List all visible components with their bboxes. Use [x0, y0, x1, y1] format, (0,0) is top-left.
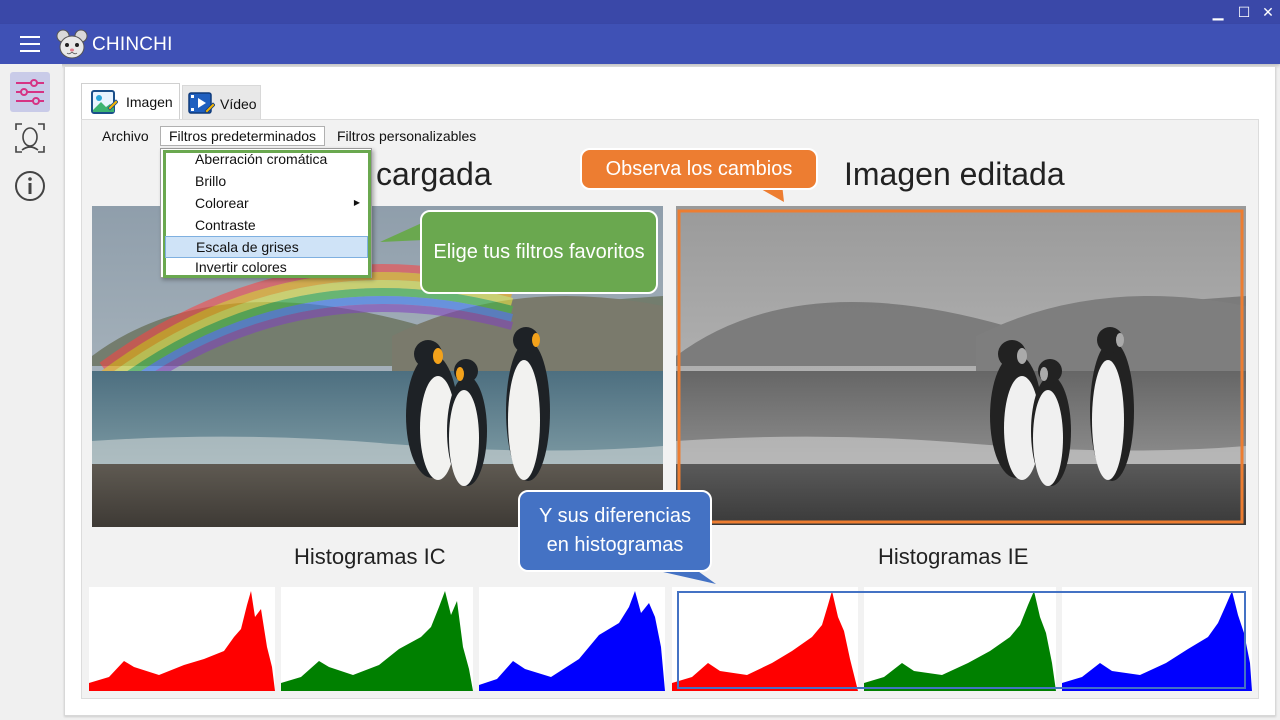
- sidebar-item-face[interactable]: [10, 118, 50, 158]
- loaded-image-title: cargada: [376, 156, 492, 192]
- edited-histograms-highlight-frame: [677, 591, 1246, 689]
- menu-item-aberracion-cromatica[interactable]: Aberración cromática: [165, 149, 368, 171]
- menu-item-brillo[interactable]: Brillo: [165, 171, 368, 193]
- sliders-icon: [16, 79, 44, 105]
- app-bar: CHINCHI: [0, 24, 1280, 64]
- close-button[interactable]: ✕: [1258, 2, 1278, 22]
- tab-image[interactable]: Imagen: [81, 83, 180, 119]
- histogram-green-loaded: [281, 587, 473, 691]
- callout-histograms-text: Y sus diferencias en histogramas: [518, 490, 712, 572]
- face-scan-icon: [15, 123, 45, 153]
- callout-filters-text: Elige tus filtros favoritos: [420, 210, 658, 294]
- histogram-blue-loaded: [479, 587, 665, 691]
- menu-archivo[interactable]: Archivo: [94, 127, 157, 145]
- app-title: CHINCHI: [92, 34, 173, 55]
- sidebar: [0, 64, 62, 720]
- sidebar-item-info[interactable]: [10, 166, 50, 206]
- minimize-button[interactable]: ▁: [1208, 2, 1228, 22]
- callout-histograms: Y sus diferencias en histogramas: [518, 490, 716, 586]
- video-edit-icon: [188, 92, 215, 114]
- filters-dropdown-menu: Aberración cromática Brillo Colorear ▶ C…: [160, 148, 372, 278]
- histogram-edited-title: Histogramas IE: [878, 544, 1029, 569]
- info-icon: [15, 171, 45, 201]
- sidebar-item-filters[interactable]: [10, 72, 50, 112]
- menu-item-contraste[interactable]: Contraste: [165, 215, 368, 237]
- callout-changes-text: Observa los cambios: [580, 148, 818, 190]
- edited-image-title: Imagen editada: [844, 156, 1065, 192]
- chinchilla-logo-icon: [56, 29, 88, 59]
- tab-image-label: Imagen: [126, 94, 173, 110]
- menu-item-colorear[interactable]: Colorear ▶: [165, 193, 368, 215]
- hamburger-menu-icon[interactable]: [20, 36, 40, 52]
- menu-item-invertir-colores[interactable]: Invertir colores: [165, 257, 368, 279]
- maximize-button[interactable]: ☐: [1234, 2, 1254, 22]
- tab-video[interactable]: Vídeo: [182, 85, 261, 119]
- callout-filters: Elige tus filtros favoritos: [378, 210, 658, 294]
- menu-filtros-predeterminados[interactable]: Filtros predeterminados: [160, 126, 326, 146]
- window-titlebar: ▁ ☐ ✕: [0, 0, 1280, 24]
- edited-image: [676, 206, 1246, 525]
- histogram-loaded-title: Histogramas IC: [294, 544, 446, 569]
- image-edit-icon: [91, 90, 118, 114]
- menu-item-colorear-label: Colorear: [195, 195, 249, 211]
- menu-item-escala-de-grises[interactable]: Escala de grises: [165, 236, 368, 258]
- histogram-red-loaded: [89, 587, 275, 691]
- callout-changes: Observa los cambios: [580, 148, 818, 204]
- tab-video-label: Vídeo: [220, 96, 257, 112]
- submenu-arrow-icon: ▶: [353, 198, 360, 207]
- menu-filtros-personalizables[interactable]: Filtros personalizables: [329, 127, 484, 145]
